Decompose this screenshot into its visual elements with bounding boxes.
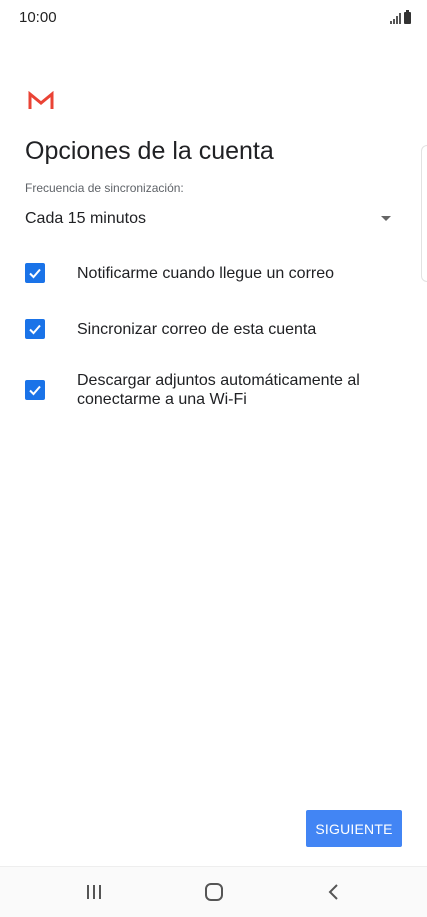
notify-label: Notificarme cuando llegue un correo <box>77 265 335 282</box>
check-icon <box>29 324 41 335</box>
recent-apps-icon[interactable] <box>76 879 112 905</box>
page-title: Opciones de la cuenta <box>25 137 274 165</box>
sync-label: Sincronizar correo de esta cuenta <box>77 321 317 338</box>
notify-checkbox[interactable] <box>25 263 45 283</box>
sync-checkbox[interactable] <box>25 319 45 339</box>
scroll-edge-indicator <box>421 145 427 282</box>
option-download-row[interactable]: Descargar adjuntos automáticamente al co… <box>25 371 405 411</box>
status-icons <box>390 10 411 24</box>
check-icon <box>29 268 41 279</box>
navigation-bar <box>0 866 427 917</box>
back-icon[interactable] <box>316 879 352 905</box>
option-notify-row[interactable]: Notificarme cuando llegue un correo <box>25 262 405 286</box>
battery-icon <box>404 10 411 24</box>
signal-icon <box>390 12 401 24</box>
check-icon <box>29 385 41 396</box>
status-time: 10:00 <box>19 9 57 26</box>
download-checkbox[interactable] <box>25 380 45 400</box>
dropdown-arrow-icon <box>381 216 391 221</box>
gmail-logo <box>28 90 54 111</box>
download-label: Descargar adjuntos automáticamente al co… <box>77 372 360 408</box>
home-icon[interactable] <box>196 879 232 905</box>
next-button[interactable]: SIGUIENTE <box>306 810 402 847</box>
sync-frequency-value: Cada 15 minutos <box>25 210 146 227</box>
status-bar: 10:00 <box>0 0 427 34</box>
sync-frequency-select[interactable]: Cada 15 minutos <box>25 205 395 235</box>
sync-frequency-label: Frecuencia de sincronización: <box>25 181 184 195</box>
option-sync-row[interactable]: Sincronizar correo de esta cuenta <box>25 318 405 342</box>
